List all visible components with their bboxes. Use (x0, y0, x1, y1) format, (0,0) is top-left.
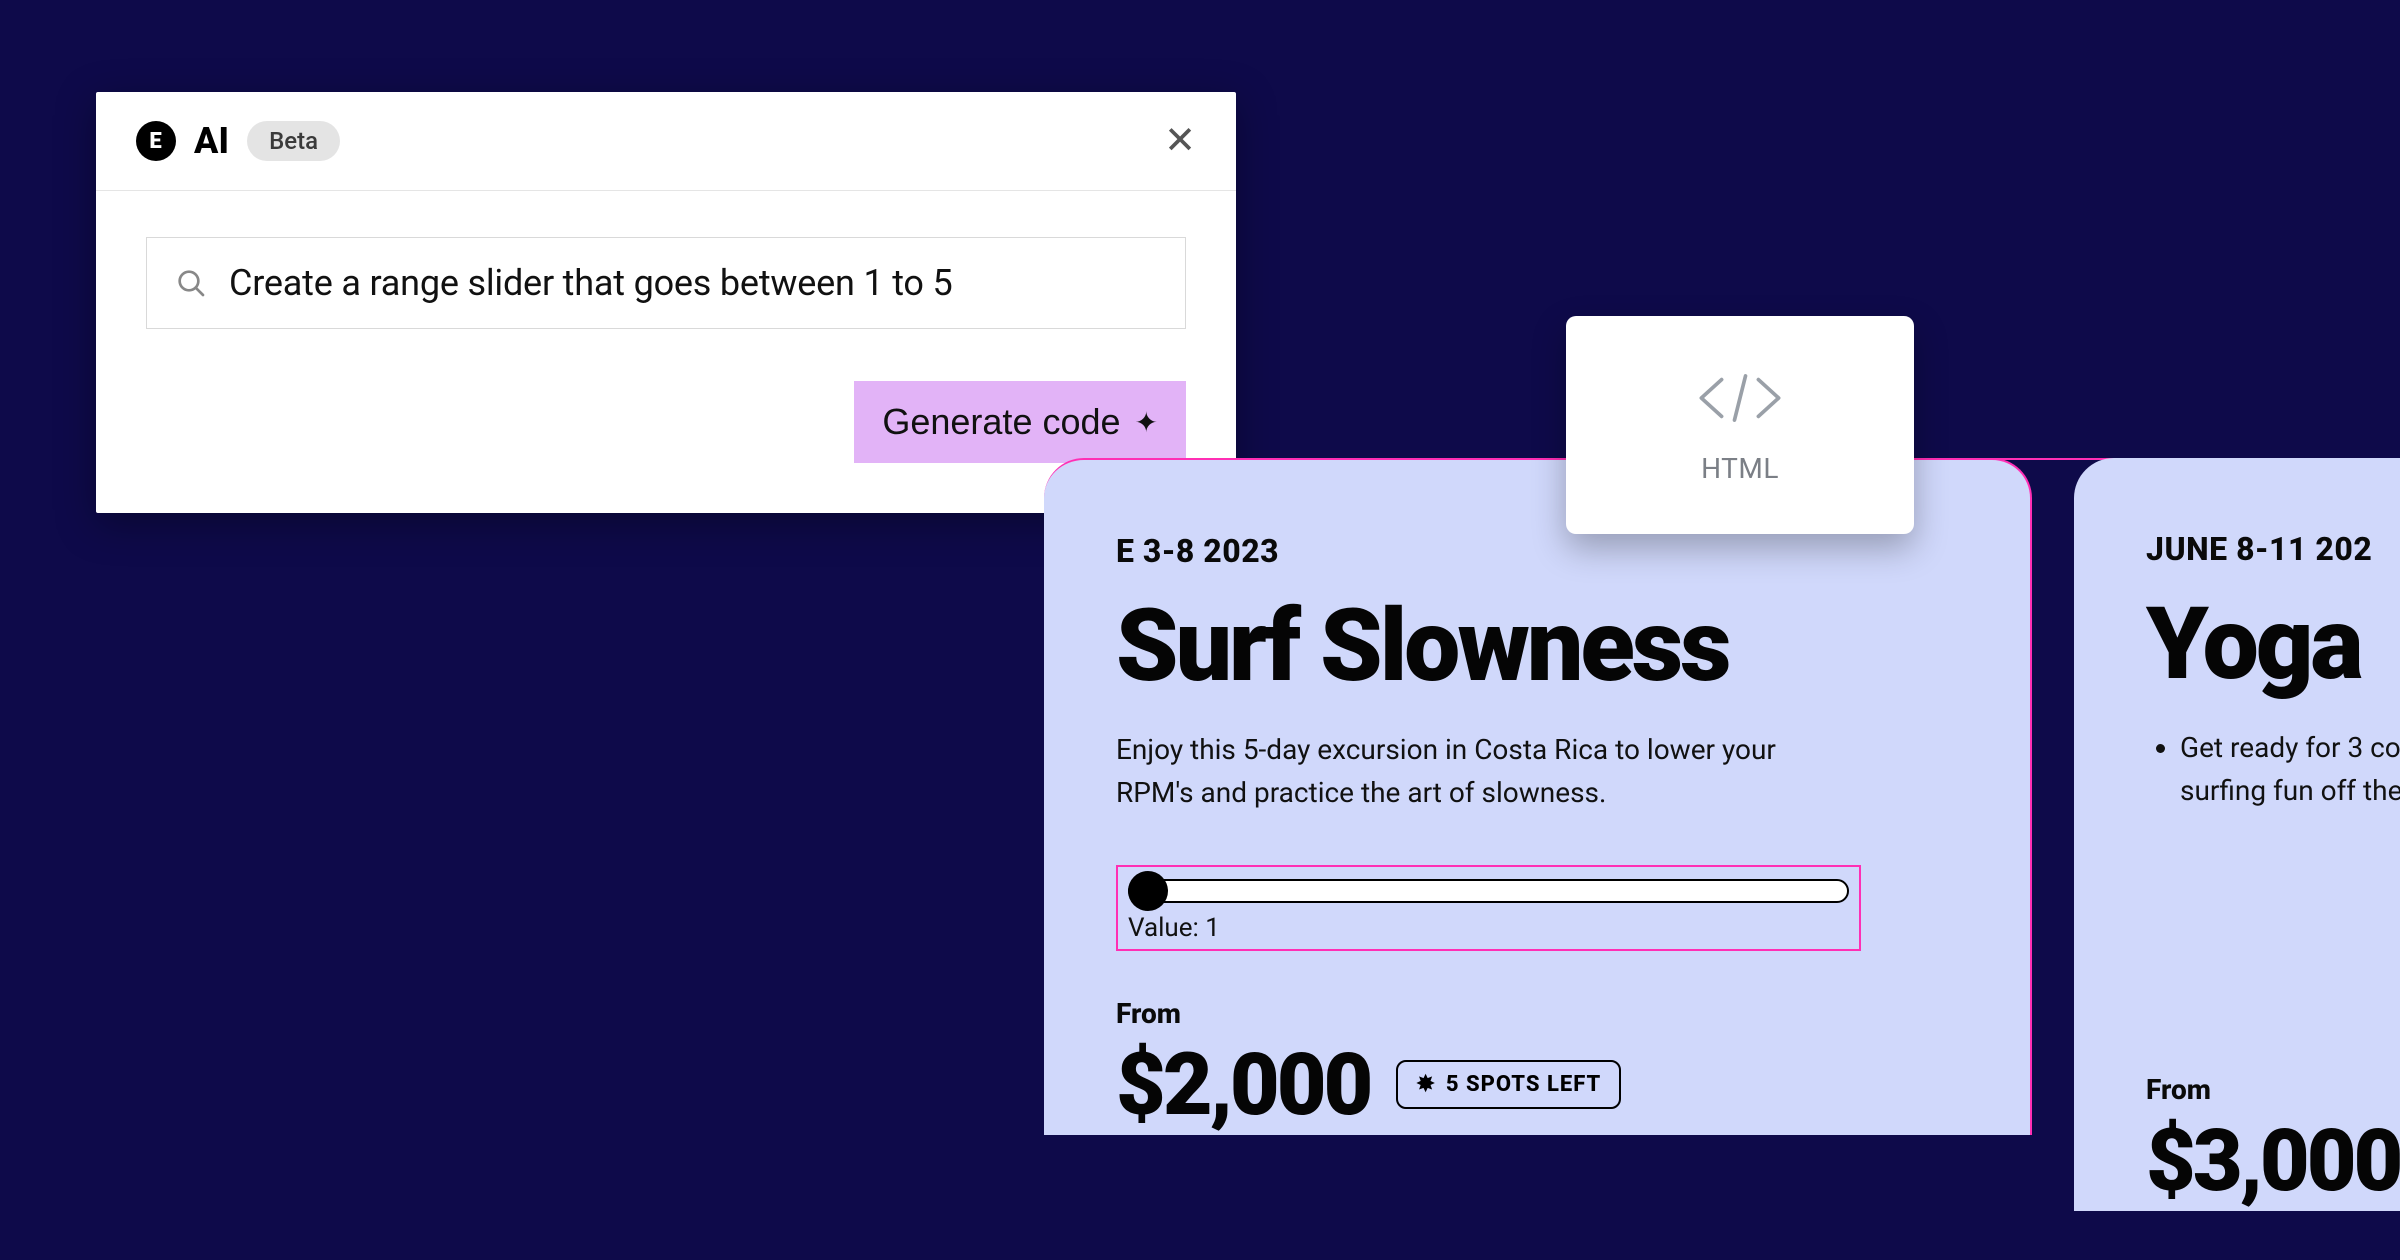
event-card-yoga[interactable]: JUNE 8-11 202 Yoga Get ready for 3 con s… (2074, 458, 2400, 1211)
price-value: $2,000 (1116, 1034, 1370, 1135)
generate-code-label: Generate code (882, 401, 1120, 443)
event-title: Yoga (2146, 594, 2400, 696)
event-description: Enjoy this 5-day excursion in Costa Rica… (1116, 728, 1846, 815)
sparkle-icon: ✦ (1135, 406, 1158, 439)
beta-badge: Beta (247, 121, 340, 161)
price-row: $3,000 (2146, 1110, 2400, 1211)
spots-left-badge: ✸ 5 SPOTS LEFT (1396, 1060, 1621, 1109)
event-card-surf[interactable]: E 3-8 2023 Surf Slowness Enjoy this 5-da… (1044, 458, 2032, 1135)
event-title: Surf Slowness (1116, 596, 1958, 698)
price-row: $2,000 ✸ 5 SPOTS LEFT (1116, 1034, 1958, 1135)
price-from-label: From (2146, 1073, 2400, 1106)
ai-panel-title: AI (194, 120, 229, 162)
price-value: $3,000 (2146, 1110, 2400, 1211)
spots-left-text: 5 SPOTS LEFT (1446, 1072, 1601, 1097)
html-widget-chip[interactable]: HTML (1566, 316, 1914, 534)
burst-icon: ✸ (1416, 1072, 1435, 1097)
editor-canvas: E 3-8 2023 Surf Slowness Enjoy this 5-da… (1116, 458, 2400, 1260)
prompt-value: Create a range slider that goes between … (229, 262, 953, 304)
slider-thumb[interactable] (1128, 871, 1168, 911)
event-date: E 3-8 2023 (1116, 532, 1958, 570)
close-icon[interactable]: ✕ (1164, 122, 1196, 160)
slider-track[interactable] (1128, 879, 1849, 903)
price-from-label: From (1116, 997, 1958, 1030)
event-description-list: Get ready for 3 con surfing fun off the … (2146, 726, 2400, 813)
elementor-logo-icon: E (136, 121, 176, 161)
search-icon (175, 267, 207, 299)
html-widget-label: HTML (1701, 452, 1779, 485)
list-item: Get ready for 3 con surfing fun off the … (2180, 726, 2400, 813)
generate-code-button[interactable]: Generate code ✦ (854, 381, 1186, 463)
slider-value-label: Value: 1 (1128, 913, 1849, 943)
code-icon (1694, 366, 1786, 430)
event-date: JUNE 8-11 202 (2146, 530, 2400, 568)
range-slider-widget[interactable]: Value: 1 (1116, 865, 1861, 951)
ai-panel-header: E AI Beta ✕ (96, 92, 1236, 191)
ai-panel: E AI Beta ✕ Create a range slider that g… (96, 92, 1236, 513)
prompt-input[interactable]: Create a range slider that goes between … (146, 237, 1186, 329)
